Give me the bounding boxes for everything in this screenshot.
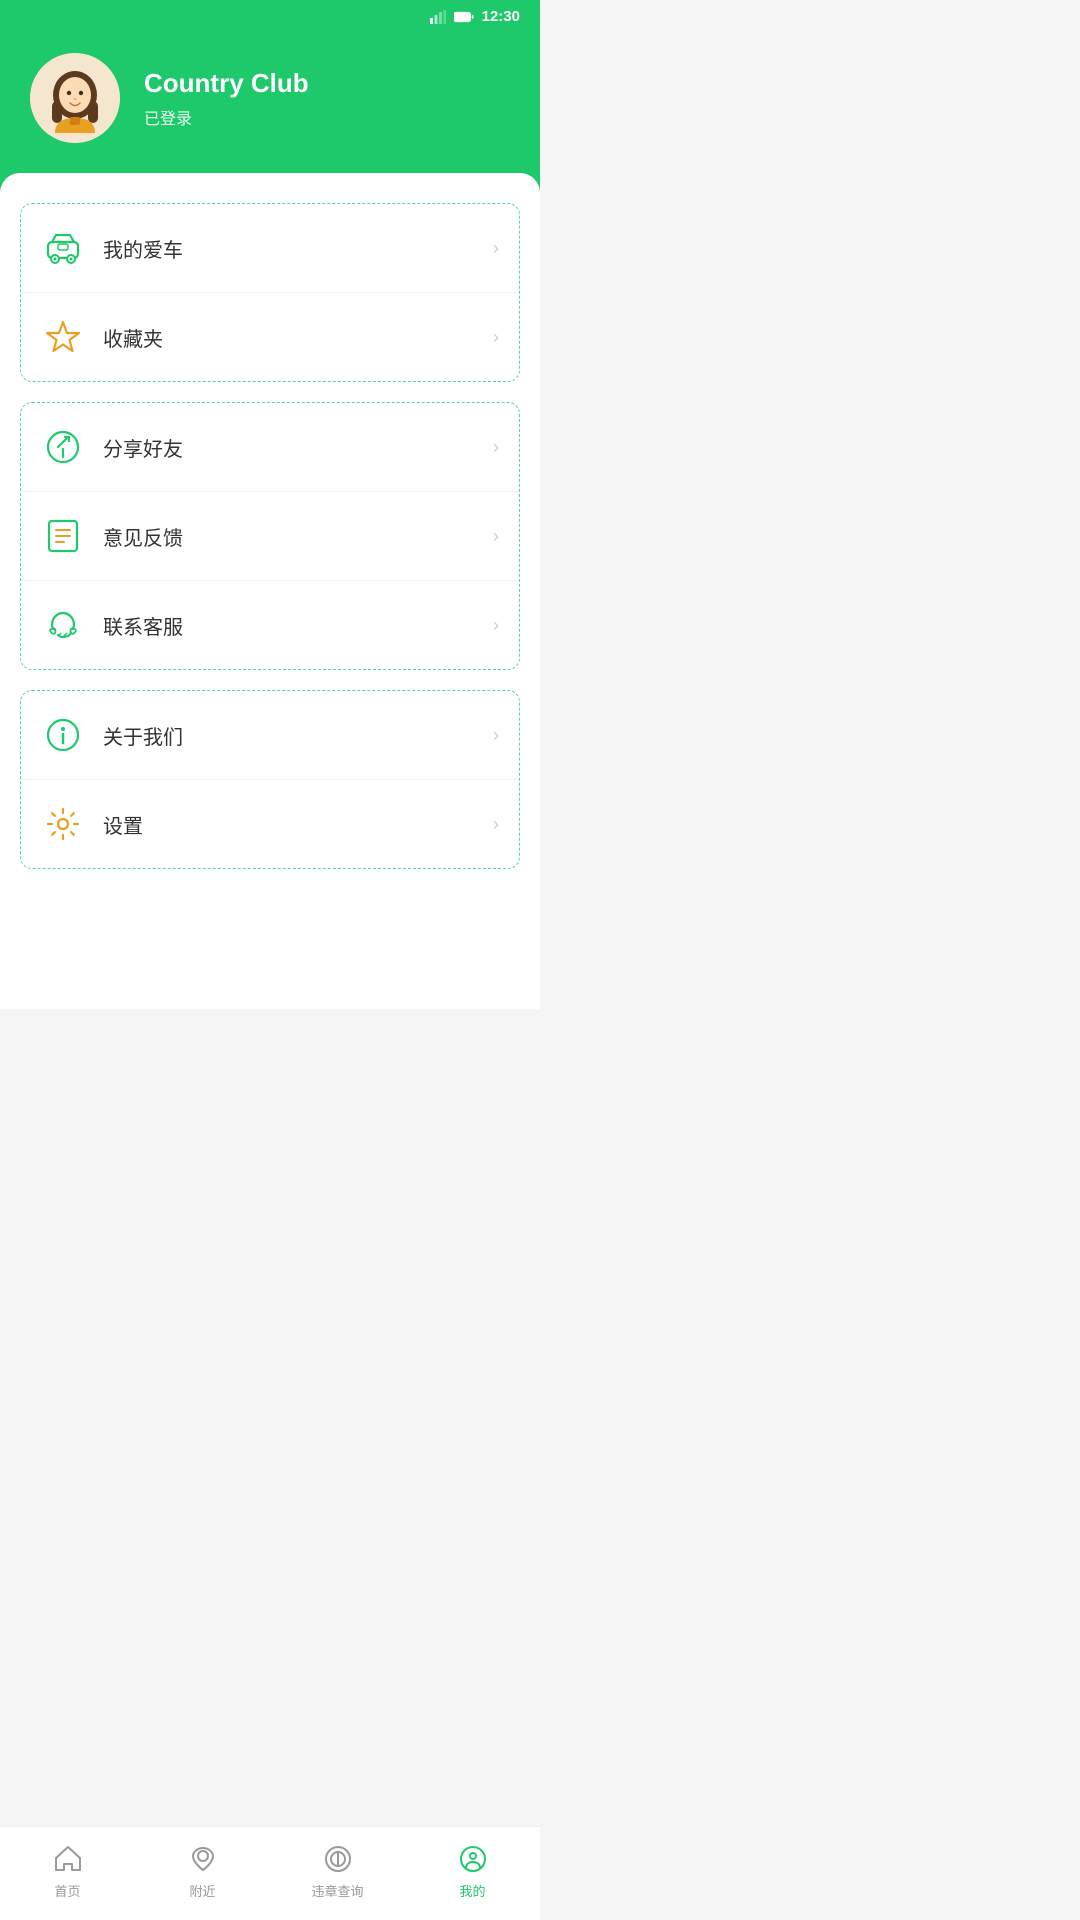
user-status: 已登录: [144, 105, 309, 129]
main-content: 我的爱车 › 收藏夹 › 分享好友 ›: [0, 173, 540, 1009]
status-bar: 12:30: [0, 0, 540, 33]
chevron-icon: ›: [493, 327, 499, 348]
mine-tab-icon: [455, 1841, 491, 1877]
menu-item-settings[interactable]: 设置 ›: [21, 780, 519, 868]
avatar-image: [30, 53, 120, 143]
tab-home-label: 首页: [54, 1881, 80, 1900]
menu-group-3: 关于我们 › 设置 ›: [20, 690, 520, 869]
user-info: Country Club 已登录: [144, 68, 309, 129]
tab-violations-label: 违章查询: [311, 1881, 363, 1900]
about-label: 关于我们: [103, 721, 493, 750]
menu-item-favorites[interactable]: 收藏夹 ›: [21, 293, 519, 381]
tab-bar: 首页 附近 违章查询 我的: [0, 1826, 540, 1920]
chevron-icon: ›: [493, 725, 499, 746]
headset-icon: [41, 603, 85, 647]
status-time: 12:30: [482, 8, 520, 25]
tab-home[interactable]: 首页: [28, 1841, 108, 1900]
menu-item-support[interactable]: 联系客服 ›: [21, 581, 519, 669]
signal-icon: [430, 10, 446, 24]
menu-group-1: 我的爱车 › 收藏夹 ›: [20, 203, 520, 382]
tab-violations[interactable]: 违章查询: [298, 1841, 378, 1900]
info-icon: [41, 713, 85, 757]
menu-item-my-car[interactable]: 我的爱车 ›: [21, 204, 519, 293]
star-icon: [41, 315, 85, 359]
chevron-icon: ›: [493, 814, 499, 835]
settings-label: 设置: [103, 810, 493, 839]
menu-item-about[interactable]: 关于我们 ›: [21, 691, 519, 780]
share-icon: [41, 425, 85, 469]
share-label: 分享好友: [103, 433, 493, 462]
chevron-icon: ›: [493, 526, 499, 547]
home-tab-icon: [50, 1841, 86, 1877]
my-car-label: 我的爱车: [103, 234, 493, 263]
support-label: 联系客服: [103, 611, 493, 640]
tab-nearby[interactable]: 附近: [163, 1841, 243, 1900]
car-icon: [41, 226, 85, 270]
feedback-label: 意见反馈: [103, 522, 493, 551]
location-tab-icon: [185, 1841, 221, 1877]
menu-item-share[interactable]: 分享好友 ›: [21, 403, 519, 492]
tab-mine[interactable]: 我的: [433, 1841, 513, 1900]
chevron-icon: ›: [493, 615, 499, 636]
tab-nearby-label: 附近: [189, 1881, 215, 1900]
violations-tab-icon: [320, 1841, 356, 1877]
battery-icon: [454, 11, 474, 23]
favorites-label: 收藏夹: [103, 323, 493, 352]
menu-group-2: 分享好友 › 意见反馈 ›: [20, 402, 520, 670]
feedback-icon: [41, 514, 85, 558]
chevron-icon: ›: [493, 238, 499, 259]
chevron-icon: ›: [493, 437, 499, 458]
gear-icon: [41, 802, 85, 846]
avatar[interactable]: [30, 53, 120, 143]
header: Country Club 已登录: [0, 33, 540, 193]
user-name: Country Club: [144, 68, 309, 99]
menu-item-feedback[interactable]: 意见反馈 ›: [21, 492, 519, 581]
tab-mine-label: 我的: [459, 1881, 485, 1900]
